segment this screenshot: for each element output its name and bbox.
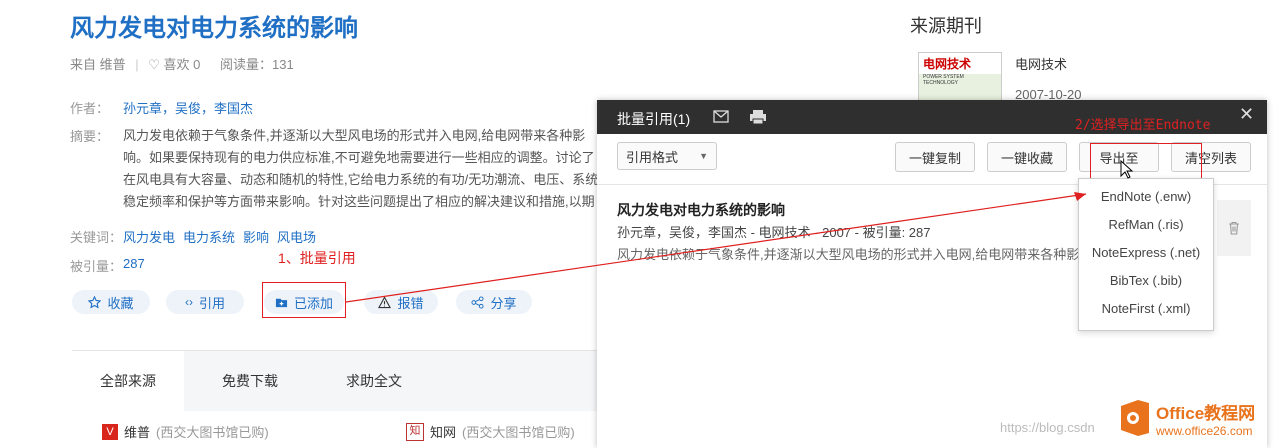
watermark-url: https://blog.csdn	[1000, 420, 1095, 435]
brand-site: www.office26.com	[1156, 423, 1253, 438]
authors-label: 作者：	[70, 101, 110, 116]
cite-item-title: 风力发电对电力系统的影响	[617, 202, 785, 218]
star-icon	[88, 295, 102, 308]
keyword-link[interactable]: 风力发电	[123, 230, 175, 245]
share-button[interactable]: 分享	[456, 290, 532, 314]
report-button[interactable]: 报错	[364, 290, 438, 314]
article-meta: 来自 维普 | ♡ 喜欢 0 阅读量：131	[70, 57, 294, 72]
brand-name: Office教程网	[1156, 403, 1256, 423]
share-label: 分享	[490, 295, 517, 311]
print-icon[interactable]	[749, 109, 767, 125]
menu-item-notefirst[interactable]: NoteFirst (.xml)	[1079, 301, 1213, 316]
menu-item-noteexpress[interactable]: NoteExpress (.net)	[1079, 245, 1213, 260]
abstract-text: 风力发电依赖于气象条件,并逐渐以大型风电场的形式并入电网,给电网带来各种影响。如…	[123, 128, 599, 209]
report-label: 报错	[397, 295, 424, 311]
journal-name[interactable]: 电网技术	[1015, 54, 1067, 73]
format-select[interactable]: 引用格式 ▼	[617, 142, 717, 170]
source-cnki[interactable]: 知 知网 (西交大图书馆已购)	[406, 422, 575, 441]
vip-logo-icon: V	[102, 423, 118, 440]
code-icon: ‹›	[184, 295, 193, 309]
favorite-button[interactable]: 收藏	[72, 290, 150, 314]
menu-item-refman[interactable]: RefMan (.ris)	[1079, 217, 1213, 232]
mouse-cursor-icon	[1120, 160, 1134, 179]
mail-icon[interactable]	[713, 110, 729, 123]
abstract-label: 摘要：	[70, 129, 110, 144]
menu-item-bibtex[interactable]: BibTex (.bib)	[1079, 273, 1213, 288]
sidebar-title: 来源期刊	[910, 16, 982, 36]
tab-all-sources[interactable]: 全部来源	[72, 351, 184, 413]
favorite-label: 收藏	[107, 295, 134, 311]
cite-item-meta: 孙元章，吴俊，李国杰 - 电网技术 - 2007 - 被引量: 287	[617, 225, 931, 240]
source-note: (西交大图书馆已购)	[462, 425, 575, 440]
like-button[interactable]: ♡ 喜欢 0	[148, 57, 200, 72]
trash-icon	[1229, 221, 1239, 235]
source-vip[interactable]: V 维普 (西交大图书馆已购)	[102, 422, 269, 441]
tab-request-fulltext[interactable]: 求助全文	[346, 371, 402, 391]
keyword-link[interactable]: 风电场	[277, 230, 316, 245]
share-icon	[471, 295, 485, 309]
modal-title: 批量引用(1)	[617, 111, 691, 127]
highlight-box-added	[262, 282, 346, 318]
tab-free-download[interactable]: 免费下载	[222, 371, 278, 391]
annotation-step2: 2/选择导出至Endnote	[1075, 118, 1211, 133]
cite-label: 引用	[198, 295, 225, 311]
source-note: (西交大图书馆已购)	[156, 425, 269, 440]
cnki-logo-icon: 知	[406, 422, 424, 441]
caret-down-icon: ▼	[699, 151, 708, 161]
close-icon[interactable]: ✕	[1239, 104, 1254, 125]
office-logo-icon	[1121, 400, 1149, 436]
warning-icon	[378, 295, 392, 308]
cite-item-abstract: 风力发电依赖于气象条件,并逐渐以大型风电场的形式并入电网,给电网带来各种影响	[617, 247, 1093, 262]
annotation-step1: 1、批量引用	[278, 250, 356, 266]
source-tabs: 全部来源 免费下载 求助全文	[72, 350, 612, 413]
article-title: 风力发电对电力系统的影响	[70, 15, 358, 42]
keywords-label: 关键词：	[70, 230, 123, 245]
keyword-link[interactable]: 电力系统	[183, 230, 235, 245]
source-text: 来自 维普	[70, 57, 126, 72]
cover-title: 电网技术	[919, 53, 1001, 74]
brand-logo: Office教程网 www.office26.com	[1118, 398, 1255, 438]
citations-label: 被引量：	[70, 259, 123, 274]
keywords-list: 风力发电 电力系统 影响 风电场	[123, 227, 324, 246]
export-menu: EndNote (.enw) RefMan (.ris) NoteExpress…	[1078, 178, 1214, 331]
keyword-link[interactable]: 影响	[243, 230, 269, 245]
read-count: 阅读量：131	[220, 57, 294, 72]
format-select-value: 引用格式	[626, 149, 679, 165]
cite-button[interactable]: ‹› 引用	[166, 290, 244, 314]
cover-subtitle: POWER SYSTEM TECHNOLOGY	[923, 74, 964, 86]
delete-item-button[interactable]	[1217, 200, 1251, 256]
collect-all-button[interactable]: 一键收藏	[987, 142, 1067, 172]
authors-link[interactable]: 孙元章，吴俊，李国杰	[123, 98, 253, 117]
source-name: 知网	[430, 425, 457, 440]
journal-cover-image[interactable]: 电网技术 POWER SYSTEM TECHNOLOGY	[918, 52, 1002, 104]
menu-item-endnote[interactable]: EndNote (.enw)	[1079, 189, 1213, 204]
source-name: 维普	[124, 425, 151, 440]
citations-count[interactable]: 287	[123, 256, 145, 271]
copy-all-button[interactable]: 一键复制	[895, 142, 975, 172]
